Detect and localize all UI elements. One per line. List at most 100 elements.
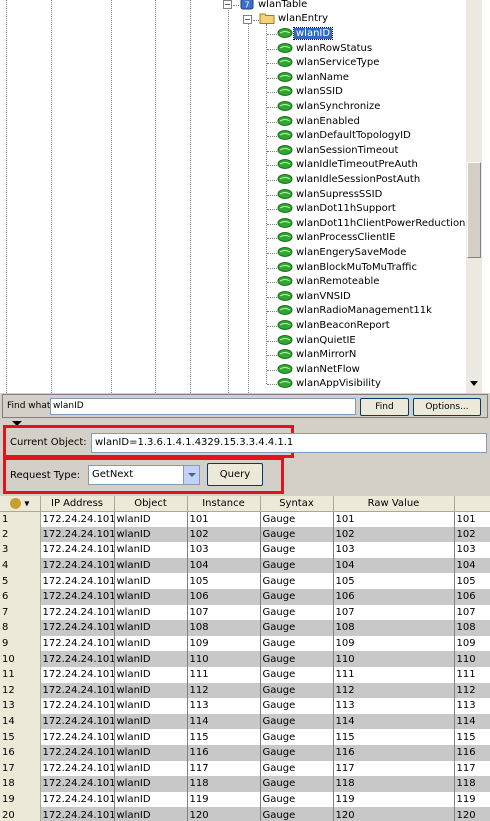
raw-value-cell: 101 <box>333 511 455 527</box>
table-row[interactable]: 12 172.24.24.101 wlanID 112 Gauge 112 112 <box>0 682 490 699</box>
leaf-icon <box>277 130 293 141</box>
tree-leaf[interactable]: wlanDot11hSupport <box>277 202 398 216</box>
tree-leaf[interactable]: wlanMirrorN <box>277 348 358 362</box>
table-row[interactable]: 5 172.24.24.101 wlanID 105 Gauge 105 105 <box>0 573 490 589</box>
find-button[interactable]: Find <box>360 398 409 416</box>
column-header-syntax[interactable]: Syntax <box>260 496 334 512</box>
syntax-cell: Gauge <box>260 635 334 652</box>
extra-value-cell: 108 <box>454 620 490 636</box>
tree-leaf[interactable]: wlanIdleTimeoutPreAuth <box>277 158 420 172</box>
tree-leaf[interactable]: wlanSupressSSID <box>277 188 384 202</box>
leaf-icon <box>277 144 293 155</box>
table-row[interactable]: 18 172.24.24.101 wlanID 118 Gauge 118 118 <box>0 776 490 792</box>
table-row[interactable]: 10 172.24.24.101 wlanID 110 Gauge 110 110 <box>0 651 490 667</box>
table-row[interactable]: 20 172.24.24.101 wlanID 120 Gauge 120 120 <box>0 807 490 821</box>
scroll-down-icon[interactable] <box>470 381 478 386</box>
syntax-cell: Gauge <box>260 604 334 621</box>
column-header-object[interactable]: Object <box>114 496 188 512</box>
table-row[interactable]: 4 172.24.24.101 wlanID 104 Gauge 104 104 <box>0 557 490 574</box>
tree-leaf[interactable]: wlanQuietIE <box>277 334 358 348</box>
tree-leaf[interactable]: wlanIdleSessionPostAuth <box>277 173 422 187</box>
table-row[interactable]: 8 172.24.24.101 wlanID 108 Gauge 108 108 <box>0 620 490 636</box>
row-number: 15 <box>0 729 41 745</box>
leaf-icon <box>277 232 293 243</box>
collapse-wlanentry-icon[interactable]: − <box>243 15 252 24</box>
table-row[interactable]: 7 172.24.24.101 wlanID 107 Gauge 107 107 <box>0 604 490 621</box>
table-row[interactable]: 16 172.24.24.101 wlanID 116 Gauge 116 116 <box>0 744 490 761</box>
tree-node-wlanentry[interactable]: wlanEntry <box>259 12 330 26</box>
table-row[interactable]: 13 172.24.24.101 wlanID 113 Gauge 113 113 <box>0 698 490 714</box>
leaf-icon <box>277 320 293 330</box>
column-header-extra[interactable] <box>454 496 490 512</box>
tree-leaf[interactable]: wlanServiceType <box>277 56 381 70</box>
query-button[interactable]: Query <box>207 463 263 486</box>
options-button[interactable]: Options... <box>413 398 481 416</box>
object-cell: wlanID <box>114 729 188 745</box>
tree-leaf[interactable]: wlanBlockMuToMuTraffic <box>277 261 419 275</box>
table-row[interactable]: 9 172.24.24.101 wlanID 109 Gauge 109 109 <box>0 635 490 652</box>
leaf-icon <box>277 42 293 53</box>
mib-tree[interactable]: − 7 wlanTable − wlanEntry wlanID wlanRowSt… <box>0 0 490 393</box>
column-header-raw-value[interactable]: Raw Value <box>333 496 455 512</box>
tree-leaf[interactable]: wlanRadioManagement11k <box>277 304 434 318</box>
table-row[interactable]: 17 172.24.24.101 wlanID 117 Gauge 117 117 <box>0 760 490 777</box>
tree-leaf[interactable]: wlanEnabled <box>277 115 362 129</box>
syntax-cell: Gauge <box>260 511 334 527</box>
column-header-ip[interactable]: IP Address <box>40 496 115 512</box>
scrollbar-thumb[interactable] <box>467 162 481 258</box>
table-row[interactable]: 14 172.24.24.101 wlanID 114 Gauge 114 114 <box>0 713 490 730</box>
extra-value-cell: 107 <box>454 604 490 621</box>
tree-leaf[interactable]: wlanSynchronize <box>277 100 382 114</box>
instance-cell: 105 <box>187 573 261 589</box>
sort-down-icon[interactable]: ▾ <box>24 498 29 509</box>
tree-leaf[interactable]: wlanVNSID <box>277 290 353 304</box>
request-type-value: GetNext <box>92 469 134 480</box>
tree-scrollbar[interactable] <box>466 0 482 393</box>
table-row[interactable]: 1 172.24.24.101 wlanID 101 Gauge 101 101 <box>0 511 490 527</box>
ip-address-cell: 172.24.24.101 <box>40 729 115 745</box>
tree-leaf[interactable]: wlanBeaconReport <box>277 319 392 333</box>
object-cell: wlanID <box>114 713 188 730</box>
tree-leaf[interactable]: wlanAppVisibility <box>277 377 383 391</box>
table-row[interactable]: 3 172.24.24.101 wlanID 103 Gauge 103 103 <box>0 542 490 558</box>
instance-cell: 116 <box>187 744 261 761</box>
leaf-icon <box>277 305 293 316</box>
ip-address-cell: 172.24.24.101 <box>40 557 115 574</box>
tree-guide-line <box>190 0 191 393</box>
tree-node-wlantable[interactable]: 7 wlanTable <box>239 0 309 12</box>
column-header-instance[interactable]: Instance <box>187 496 261 512</box>
tree-leaf[interactable]: wlanRemoteable <box>277 275 381 289</box>
object-cell: wlanID <box>114 542 188 558</box>
collapse-wlantable-icon[interactable]: − <box>223 0 232 9</box>
tree-leaf[interactable]: wlanDot11hClientPowerReduction <box>277 217 467 231</box>
row-number: 9 <box>0 635 41 652</box>
table-row[interactable]: 11 172.24.24.101 wlanID 111 Gauge 111 111 <box>0 666 490 683</box>
table-row[interactable]: 2 172.24.24.101 wlanID 102 Gauge 102 102 <box>0 526 490 543</box>
object-cell: wlanID <box>114 588 188 605</box>
tree-leaf[interactable]: wlanProcessClientIE <box>277 231 398 245</box>
tree-leaf[interactable]: wlanID <box>277 27 334 41</box>
tree-leaf[interactable]: wlanNetFlow <box>277 363 362 377</box>
leaf-icon <box>277 203 293 214</box>
tree-leaf[interactable]: wlanSessionTimeout <box>277 144 400 158</box>
tree-leaf[interactable]: wlanRowStatus <box>277 42 374 56</box>
tree-leaf[interactable]: wlanSSID <box>277 85 345 99</box>
tree-leaf[interactable]: wlanName <box>277 71 351 85</box>
tree-leaf[interactable]: wlanDefaultTopologyID <box>277 129 413 143</box>
row-number: 8 <box>0 620 41 636</box>
dropdown-arrow-icon[interactable] <box>183 466 199 484</box>
table-row[interactable]: 15 172.24.24.101 wlanID 115 Gauge 115 115 <box>0 729 490 745</box>
find-input[interactable]: wlanID <box>50 398 356 415</box>
object-cell: wlanID <box>114 635 188 652</box>
current-object-field[interactable]: wlanID=1.3.6.1.4.1.4329.15.3.3.4.4.1.1 <box>91 433 487 453</box>
table-row[interactable]: 19 172.24.24.101 wlanID 119 Gauge 119 119 <box>0 791 490 808</box>
syntax-cell: Gauge <box>260 744 334 761</box>
table-row[interactable]: 6 172.24.24.101 wlanID 106 Gauge 106 106 <box>0 588 490 605</box>
row-number: 10 <box>0 651 41 667</box>
syntax-cell: Gauge <box>260 760 334 777</box>
tree-leaf[interactable]: wlanEngerySaveMode <box>277 246 408 260</box>
column-options-header[interactable]: ▾ <box>0 496 41 512</box>
extra-value-cell: 102 <box>454 526 490 543</box>
request-type-select[interactable]: GetNext <box>88 465 200 485</box>
leaf-icon <box>277 86 293 97</box>
